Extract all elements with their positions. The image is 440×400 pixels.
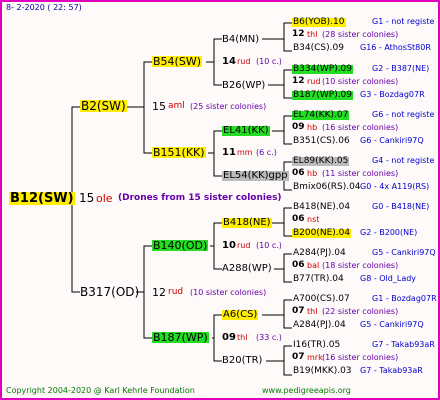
gen3-note: (22 sister colonies) <box>322 307 399 316</box>
gen3-father[interactable]: B187(WP).09 <box>292 91 354 100</box>
gen3-mother-ref[interactable]: G1 - Bozdag07R <box>372 295 437 303</box>
gen1-count: 12 <box>152 286 166 299</box>
gen3-mother-ref[interactable]: G0 - B418(NE) <box>372 203 429 211</box>
gen2-count: 10 <box>222 240 236 251</box>
gen1-node[interactable]: B317(OD) <box>80 286 139 298</box>
gen2-node[interactable]: B140(OD) <box>152 240 209 251</box>
gen2-breeder: rud <box>237 57 251 66</box>
gen2-count: 14 <box>222 56 236 67</box>
gen3-father-ref[interactable]: G5 - Cankiri97Q <box>360 321 424 329</box>
gen3-count: 06 <box>292 214 305 224</box>
gen3-mother-ref[interactable]: G5 - Cankiri97Q <box>372 249 436 257</box>
gen3-father-ref[interactable]: G2 - B200(NE) <box>360 229 417 237</box>
gen1-count: 15 <box>152 100 166 113</box>
gen3-father-ref[interactable]: G7 - Takab93aR <box>360 367 423 375</box>
gen3-count: 09 <box>292 122 305 132</box>
root-count: 15 <box>79 191 95 205</box>
gen3-mother-ref[interactable]: G4 - not registe <box>372 157 434 165</box>
gen3-mother-ref[interactable]: G6 - not registe <box>372 111 434 119</box>
gen3-mother[interactable]: A700(CS).07 <box>292 295 351 304</box>
gen1-breeder: aml <box>168 101 185 111</box>
footer-copyright: Copyright 2004-2020 @ Karl Kehrle Founda… <box>6 386 195 395</box>
gen3-breeder: nst <box>307 215 320 224</box>
gen3-mother-ref[interactable]: G1 - not registe <box>372 18 434 26</box>
gen3-mother[interactable]: B334(WP).09 <box>292 65 354 74</box>
gen2-breeder: mm <box>237 148 253 157</box>
gen1-breeder: rud <box>168 287 184 297</box>
gen3-father[interactable]: B200(NE).04 <box>292 229 352 238</box>
gen3-mother[interactable]: A284(PJ).04 <box>292 249 347 258</box>
gen3-father[interactable]: A284(PJ).04 <box>292 321 347 330</box>
gen2-breeder: thl <box>237 333 248 342</box>
gen2-note: (6 c.) <box>256 148 277 157</box>
gen2-mother[interactable]: B418(NE) <box>222 218 272 228</box>
gen3-count: 07 <box>292 352 305 362</box>
header-date: 8- 2-2020 ( 22: 57) <box>6 3 82 12</box>
gen3-father[interactable]: B19(MKK).03 <box>292 367 353 376</box>
gen3-breeder: thl <box>307 307 318 316</box>
gen3-mother-ref[interactable]: G7 - Takab93aR <box>372 341 435 349</box>
gen3-mother[interactable]: EL74(KK).07 <box>292 111 350 120</box>
gen3-father-ref[interactable]: G3 - Bozdag07R <box>360 91 425 99</box>
gen3-father[interactable]: Bmix06(RS).04 <box>292 183 362 192</box>
footer-url[interactable]: www.pedigreeapis.org <box>262 387 351 395</box>
root-note: (Drones from 15 sister colonies) <box>118 193 282 203</box>
gen3-breeder: mrk <box>307 353 323 362</box>
gen3-breeder: bal <box>307 261 320 270</box>
gen3-note: (28 sister colonies) <box>322 30 399 39</box>
gen2-mother[interactable]: EL41(KK) <box>222 126 270 136</box>
gen1-node[interactable]: B2(SW) <box>80 100 127 112</box>
gen3-note: (18 sister colonies) <box>322 261 399 270</box>
gen2-node[interactable]: B151(KK) <box>152 147 206 158</box>
gen3-count: 07 <box>292 306 305 316</box>
gen3-father-ref[interactable]: G16 - AthosSt80R <box>360 44 431 52</box>
gen3-mother-ref[interactable]: G2 - B387(NE) <box>372 65 429 73</box>
gen1-note: (10 sister colonies) <box>190 288 267 297</box>
gen1-note: (25 sister colonies) <box>190 102 267 111</box>
root-breeder: ole <box>96 192 113 205</box>
gen3-count: 06 <box>292 260 305 270</box>
gen2-father[interactable]: B26(WP) <box>222 81 265 91</box>
gen2-mother[interactable]: A6(CS) <box>222 310 259 320</box>
gen3-breeder: thl <box>307 30 318 39</box>
gen3-father[interactable]: B34(CS).09 <box>292 44 345 53</box>
gen3-father[interactable]: B77(TR).04 <box>292 275 345 284</box>
root-node[interactable]: B12(SW) <box>9 192 75 205</box>
gen3-breeder: hb <box>307 123 318 132</box>
gen3-note: (10 sister colonies) <box>322 77 399 86</box>
gen3-note: (16 sister colonies) <box>322 123 399 132</box>
gen2-father[interactable]: A288(WP) <box>222 264 272 274</box>
gen2-node[interactable]: B187(WP) <box>152 332 209 343</box>
gen2-note: (10 c.) <box>256 241 282 250</box>
gen3-father-ref[interactable]: G6 - Cankiri97Q <box>360 137 424 145</box>
gen3-mother[interactable]: B6(YOB).10 <box>292 18 346 27</box>
gen2-mother[interactable]: B4(MN) <box>222 35 259 45</box>
gen3-father[interactable]: B351(CS).06 <box>292 137 351 146</box>
gen2-breeder: rud <box>237 241 251 250</box>
gen3-note: (11 sister colonies) <box>322 169 399 178</box>
gen3-breeder: hb <box>307 169 318 178</box>
gen2-note: (33 c.) <box>256 333 282 342</box>
gen3-breeder: rud <box>307 77 321 86</box>
gen3-father-ref[interactable]: G0 - 4x A119(RS) <box>360 183 429 191</box>
gen2-father[interactable]: B20(TR) <box>222 356 262 366</box>
gen3-count: 06 <box>292 168 305 178</box>
gen3-mother[interactable]: EL89(KK).05 <box>292 157 350 166</box>
gen3-count: 12 <box>292 76 305 86</box>
gen3-mother[interactable]: B418(NE).04 <box>292 203 351 212</box>
gen2-node[interactable]: B54(SW) <box>152 56 202 67</box>
gen2-count: 09 <box>222 332 236 343</box>
gen2-note: (10 c.) <box>256 57 282 66</box>
gen3-father-ref[interactable]: G8 - Old_Lady <box>360 275 416 283</box>
gen2-count: 11 <box>222 147 236 158</box>
gen3-mother[interactable]: I16(TR).05 <box>292 341 341 350</box>
gen2-father[interactable]: EL54(KK)gpp <box>222 171 289 181</box>
gen3-note: (16 sister colonies) <box>322 353 399 362</box>
gen3-count: 12 <box>292 29 305 39</box>
